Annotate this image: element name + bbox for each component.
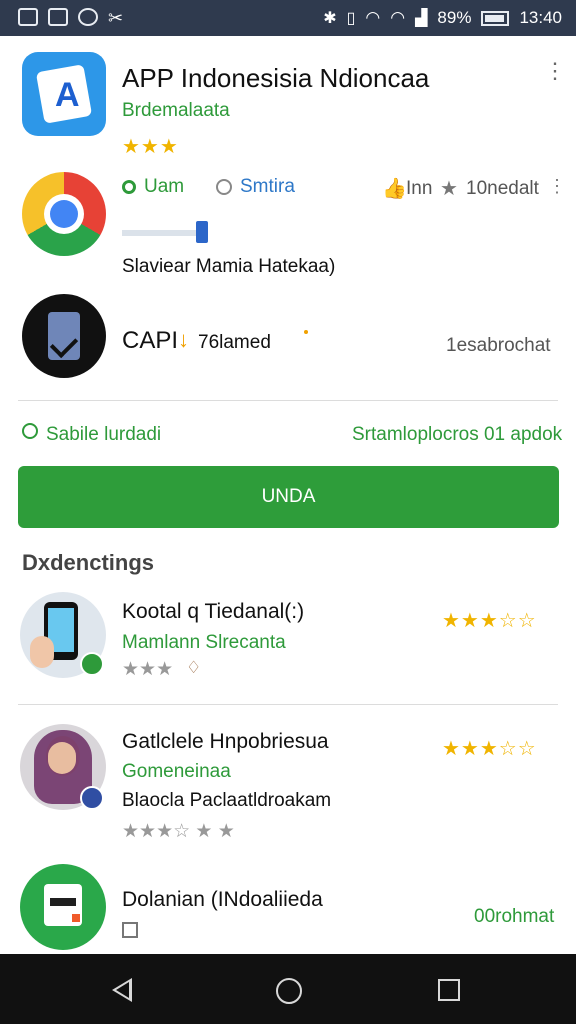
signal-icon: ▟	[415, 10, 428, 27]
list-item-1-rating: ★★★☆☆	[442, 610, 537, 632]
progress-fill	[122, 230, 198, 236]
list-item-1-stars: ★★★	[122, 659, 174, 680]
radio-unselected-icon	[216, 179, 232, 195]
battery-icon	[481, 10, 510, 26]
developer-name[interactable]: Brdemalaata	[122, 100, 230, 122]
download-sub: 76lamed	[198, 332, 271, 353]
list-item-2-stars: ★★★☆ ★ ★	[122, 821, 235, 842]
small-dot	[304, 330, 308, 334]
list-item-1-avatar[interactable]	[20, 592, 106, 678]
status-bar: ✂ ✱ ▯ ◠ ◠ ▟ 89% 13:40	[0, 0, 576, 36]
overflow-menu-icon[interactable]: ⋮	[544, 60, 566, 82]
app-title: APP Indonesisia Ndioncaa	[122, 63, 430, 93]
app-icon-header[interactable]: A	[22, 52, 106, 136]
divider-2	[18, 704, 558, 705]
notification-icon	[18, 8, 38, 26]
download-app-icon[interactable]	[22, 294, 106, 378]
status-right-icons: ✱ ▯ ◠ ◠ ▟ 89% 13:40	[323, 8, 562, 28]
clock: 13:40	[519, 8, 562, 27]
info-right[interactable]: Srtamloplocros 01 apdok	[352, 424, 562, 446]
vibrate-icon: ▯	[346, 10, 356, 27]
header-rating: ★★★	[122, 136, 179, 158]
sync-icon	[78, 8, 98, 26]
list-item-3-avatar[interactable]	[20, 864, 106, 950]
bluetooth-icon: ✱	[323, 10, 337, 27]
list-item-3-title: Dolanian (INdoaliieda	[122, 888, 323, 911]
shield-icon	[22, 423, 38, 439]
store-content: A APP Indonesisia Ndioncaa ⋮ Brdemalaata…	[0, 36, 576, 954]
list-item-2-rating: ★★★☆☆	[442, 738, 537, 760]
browser-icon-dot	[50, 200, 78, 228]
section-title: Dxdenctings	[22, 550, 155, 575]
recent-apps-icon[interactable]	[438, 979, 460, 1001]
doc-dot-icon	[72, 914, 80, 922]
list-item-1-title: Kootal q Tiedanal(:)	[122, 600, 305, 623]
status-left-icons: ✂	[18, 8, 123, 29]
star-icon: ★	[440, 178, 458, 200]
row-more-icon[interactable]: ⋮	[548, 176, 566, 197]
doc-bar-icon	[50, 898, 76, 906]
tool-icon: ✂	[108, 8, 124, 28]
app-caption: Slaviear Mamia Hatekaa)	[122, 256, 336, 277]
list-item-1-badge-icon: ♢	[186, 658, 202, 677]
download-arrow-icon: ↓	[178, 327, 189, 352]
back-icon-inner	[116, 982, 129, 998]
info-left[interactable]: Sabile lurdadi	[46, 424, 161, 446]
browser-app-icon[interactable]	[22, 172, 106, 256]
list-item-2-extra: Blaocla Paclaatldroakam	[122, 790, 332, 811]
home-icon[interactable]	[276, 978, 302, 1004]
list-item-3-right: 00rohmat	[474, 906, 555, 927]
message-icon	[48, 8, 68, 26]
list-item-2-title: Gatlclele Hnpobriesua	[122, 730, 329, 753]
install-button[interactable]: UNDA	[18, 466, 559, 528]
person-face-icon	[48, 742, 76, 774]
navigation-bar	[0, 954, 576, 1024]
list-item-1-subtitle[interactable]: Mamlann Slrecanta	[122, 632, 286, 654]
radio-option-2[interactable]: Smtira	[216, 176, 295, 198]
radio-selected-icon	[122, 180, 136, 194]
info-badge-icon	[80, 786, 104, 810]
download-label: CAPI	[122, 327, 179, 354]
progress-handle[interactable]	[196, 221, 208, 243]
right-label: Inn	[406, 178, 433, 199]
right-extra: 10nedalt	[466, 178, 539, 199]
radio-option-1[interactable]: Uam	[122, 176, 184, 198]
battery-percent: 89%	[437, 8, 472, 27]
list-item-2-avatar[interactable]	[20, 724, 106, 810]
list-item-2-subtitle[interactable]: Gomeneinaa	[122, 761, 231, 783]
a-icon: A	[55, 76, 80, 114]
download-right: 1esabrochat	[446, 335, 551, 356]
divider-1	[18, 400, 558, 401]
hand-icon	[30, 636, 54, 668]
thumb-icon[interactable]: 👍	[382, 176, 407, 201]
list-item-3-calendar-icon	[122, 922, 138, 938]
wifi-icon: ◠	[365, 8, 381, 27]
download-badge-icon	[80, 652, 104, 676]
wifi2-icon: ◠	[390, 8, 406, 27]
